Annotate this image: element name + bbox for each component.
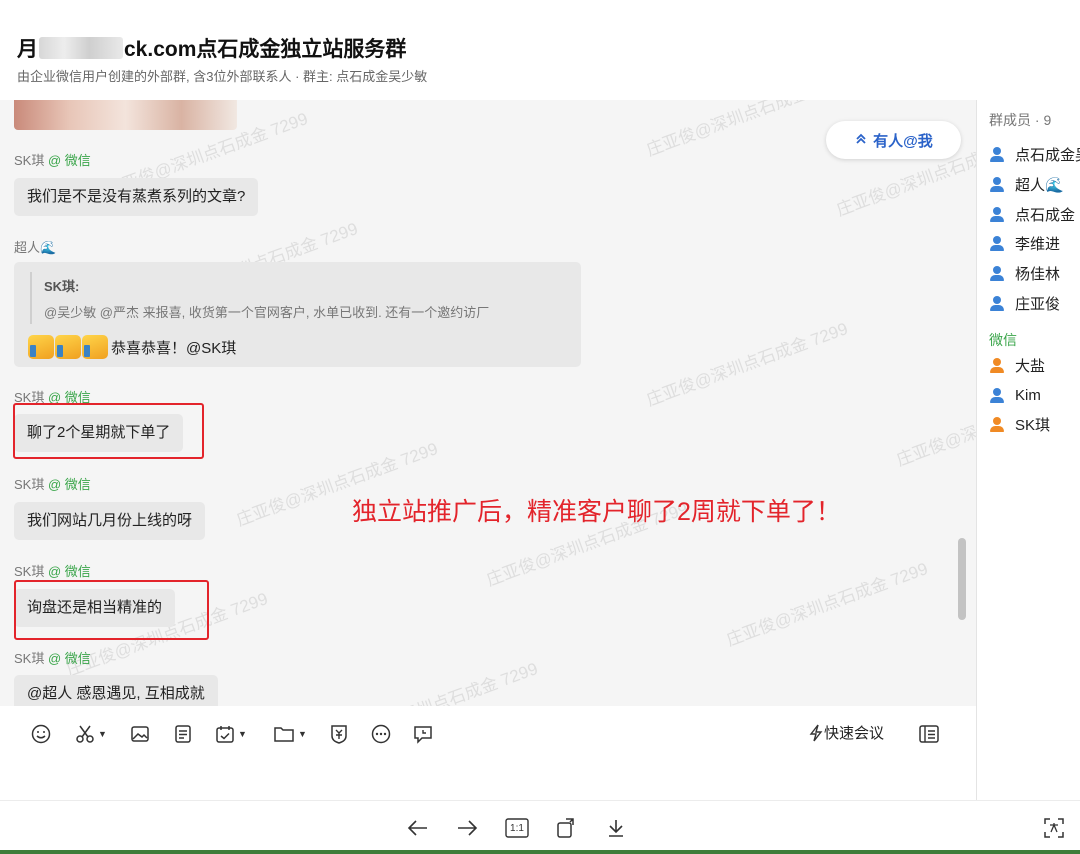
sender-name: SK琪 @ 微信 xyxy=(14,561,91,580)
sender-label: SK琪 xyxy=(14,651,45,666)
chevron-down-icon[interactable]: ▼ xyxy=(98,729,107,739)
arrow-left-icon[interactable] xyxy=(405,816,431,840)
reply-text-row: 恭喜恭喜！@SK琪 xyxy=(28,335,236,359)
document-icon[interactable] xyxy=(173,724,193,744)
wechat-tag: @ 微信 xyxy=(47,153,91,168)
member-item[interactable]: 超人🌊 xyxy=(989,173,1064,195)
member-name: 杨佳林 xyxy=(1015,265,1061,283)
quoted-sender: SK琪: xyxy=(44,279,80,294)
member-name: 超人🌊 xyxy=(1015,176,1064,194)
user-icon xyxy=(989,235,1005,251)
download-icon[interactable] xyxy=(603,816,629,840)
desktop-background-strip xyxy=(0,850,1080,854)
mention-me-button[interactable]: 有人@我 xyxy=(826,121,961,159)
user-icon xyxy=(989,176,1005,192)
sender-name: SK琪 @ 微信 xyxy=(14,150,91,169)
watermark: 庄亚俊@深圳点石成金 7299 xyxy=(643,319,851,410)
member-item[interactable]: 点石成金 . xyxy=(989,203,1080,225)
member-name: 李维进 xyxy=(1015,235,1061,253)
user-icon xyxy=(989,295,1005,311)
scissors-icon[interactable]: ▼ xyxy=(75,724,107,744)
user-icon xyxy=(989,265,1005,281)
member-item[interactable]: SK琪 xyxy=(989,413,1050,435)
member-name: 大盐 xyxy=(1015,357,1046,375)
chevron-down-icon[interactable]: ▼ xyxy=(238,729,247,739)
image-message[interactable] xyxy=(14,100,237,130)
lightning-icon xyxy=(809,724,823,741)
sender-label: SK琪 xyxy=(14,477,45,492)
user-icon xyxy=(989,357,1005,373)
ocr-icon[interactable] xyxy=(1041,816,1067,840)
double-chevron-up-icon xyxy=(854,132,868,149)
sender-label: SK琪 xyxy=(14,564,45,579)
sender-name: 超人🌊 xyxy=(14,240,57,255)
member-item[interactable]: 大盐 xyxy=(989,354,1045,376)
message-bubble[interactable]: @超人 感恩遇见, 互相成就 xyxy=(14,675,218,706)
image-icon[interactable] xyxy=(130,724,150,744)
watermark: 庄亚俊@深圳点石成金 7299 xyxy=(893,379,976,470)
member-name: SK琪 xyxy=(1015,416,1051,434)
thumbs-up-emoji xyxy=(28,335,109,359)
group-title[interactable]: 月 ck.com点石成金独立站服务群 xyxy=(17,33,406,63)
arrow-right-icon[interactable] xyxy=(454,816,480,840)
user-icon xyxy=(989,206,1005,222)
folder-icon[interactable]: ▼ xyxy=(273,724,307,744)
redacted-blur xyxy=(39,37,123,59)
member-name: 点石成金吴 xyxy=(1015,146,1080,164)
message-composer[interactable]: ▼ ▼ ▼ 快速会议 xyxy=(15,708,955,808)
message-bubble[interactable]: 我们网站几月份上线的呀 xyxy=(14,502,206,540)
title-prefix: 月 xyxy=(17,38,38,61)
quote-message-bubble[interactable]: SK琪: @吴少敏 @严杰 来报喜, 收货第一个官网客户, 水单已收到. 还有一… xyxy=(14,262,581,367)
user-icon xyxy=(989,387,1005,403)
user-icon xyxy=(989,146,1005,162)
user-icon xyxy=(989,416,1005,432)
wechat-tag: @ 微信 xyxy=(47,651,91,666)
member-list: 群成员 · 9 点石成金吴 超人🌊 点石成金 . 李维进 杨佳林 庄亚俊 微信 … xyxy=(976,100,1080,800)
member-item[interactable]: 李维进 xyxy=(989,232,1060,254)
actual-size-icon[interactable]: 1:1 xyxy=(504,816,530,840)
reply-text: 恭喜恭喜！@SK琪 xyxy=(111,339,237,357)
message-bubble[interactable]: 我们是不是没有蒸煮系列的文章? xyxy=(14,178,259,216)
chat-header: 月 ck.com点石成金独立站服务群 由企业微信用户创建的外部群, 含3位外部联系… xyxy=(0,0,1080,100)
mention-me-label: 有人@我 xyxy=(873,132,933,150)
quick-meeting-label: 快速会议 xyxy=(824,725,885,742)
member-item[interactable]: 庄亚俊 xyxy=(989,292,1060,314)
title-suffix: ck.com点石成金独立站服务群 xyxy=(124,38,407,61)
member-item[interactable]: Kim xyxy=(989,384,1041,406)
sender-label: SK琪 xyxy=(14,153,45,168)
watermark: 庄亚俊@深圳点石成金 7299 xyxy=(643,100,851,160)
chevron-down-icon[interactable]: ▼ xyxy=(298,729,307,739)
member-item[interactable]: 杨佳林 xyxy=(989,262,1060,284)
history-panel-icon[interactable] xyxy=(918,724,940,744)
member-count: 群成员 · 9 xyxy=(989,112,1052,128)
scrollbar[interactable] xyxy=(958,538,966,620)
wechat-tag: @ 微信 xyxy=(47,564,91,579)
chat-icon[interactable] xyxy=(413,724,433,744)
watermark: 庄亚俊@深圳点石成金 7299 xyxy=(723,559,931,650)
wechat-tag: @ 微信 xyxy=(47,477,91,492)
emoji-icon[interactable] xyxy=(31,724,51,744)
image-viewer-toolbar: 1:1 xyxy=(0,800,1080,850)
actual-size-label: 1:1 xyxy=(510,822,524,834)
rotate-icon[interactable] xyxy=(554,816,580,840)
payment-icon[interactable] xyxy=(329,724,349,744)
calendar-icon[interactable]: ▼ xyxy=(215,724,247,744)
sender-name: SK琪 @ 微信 xyxy=(14,648,91,667)
member-name: 庄亚俊 xyxy=(1015,295,1061,313)
highlight-box xyxy=(14,580,209,640)
member-item[interactable]: 点石成金吴 xyxy=(989,143,1080,165)
watermark: 庄亚俊@深圳点石成金 7299 xyxy=(333,659,541,706)
member-name: 点石成金 . xyxy=(1015,206,1080,224)
member-name: Kim xyxy=(1015,386,1041,404)
more-icon[interactable] xyxy=(371,724,391,744)
annotation-text: 独立站推广后，精准客户聊了2周就下单了！ xyxy=(352,498,841,526)
sender-name: SK琪 @ 微信 xyxy=(14,474,91,493)
message-list[interactable]: 庄亚俊@深圳点石成金 7299 庄亚俊@深圳点石成金 7299 庄亚俊@深圳点石… xyxy=(0,100,976,706)
highlight-box xyxy=(13,403,204,459)
quote-bar xyxy=(30,272,32,324)
group-subtitle: 由企业微信用户创建的外部群, 含3位外部联系人 · 群主: 点石成金吴少敏 xyxy=(17,69,428,84)
wechat-group-label: 微信 xyxy=(989,332,1017,348)
quick-meeting-button[interactable]: 快速会议 xyxy=(808,722,884,743)
quoted-text: @吴少敏 @严杰 来报喜, 收货第一个官网客户, 水单已收到. 还有一个邀约访厂 xyxy=(44,305,490,320)
